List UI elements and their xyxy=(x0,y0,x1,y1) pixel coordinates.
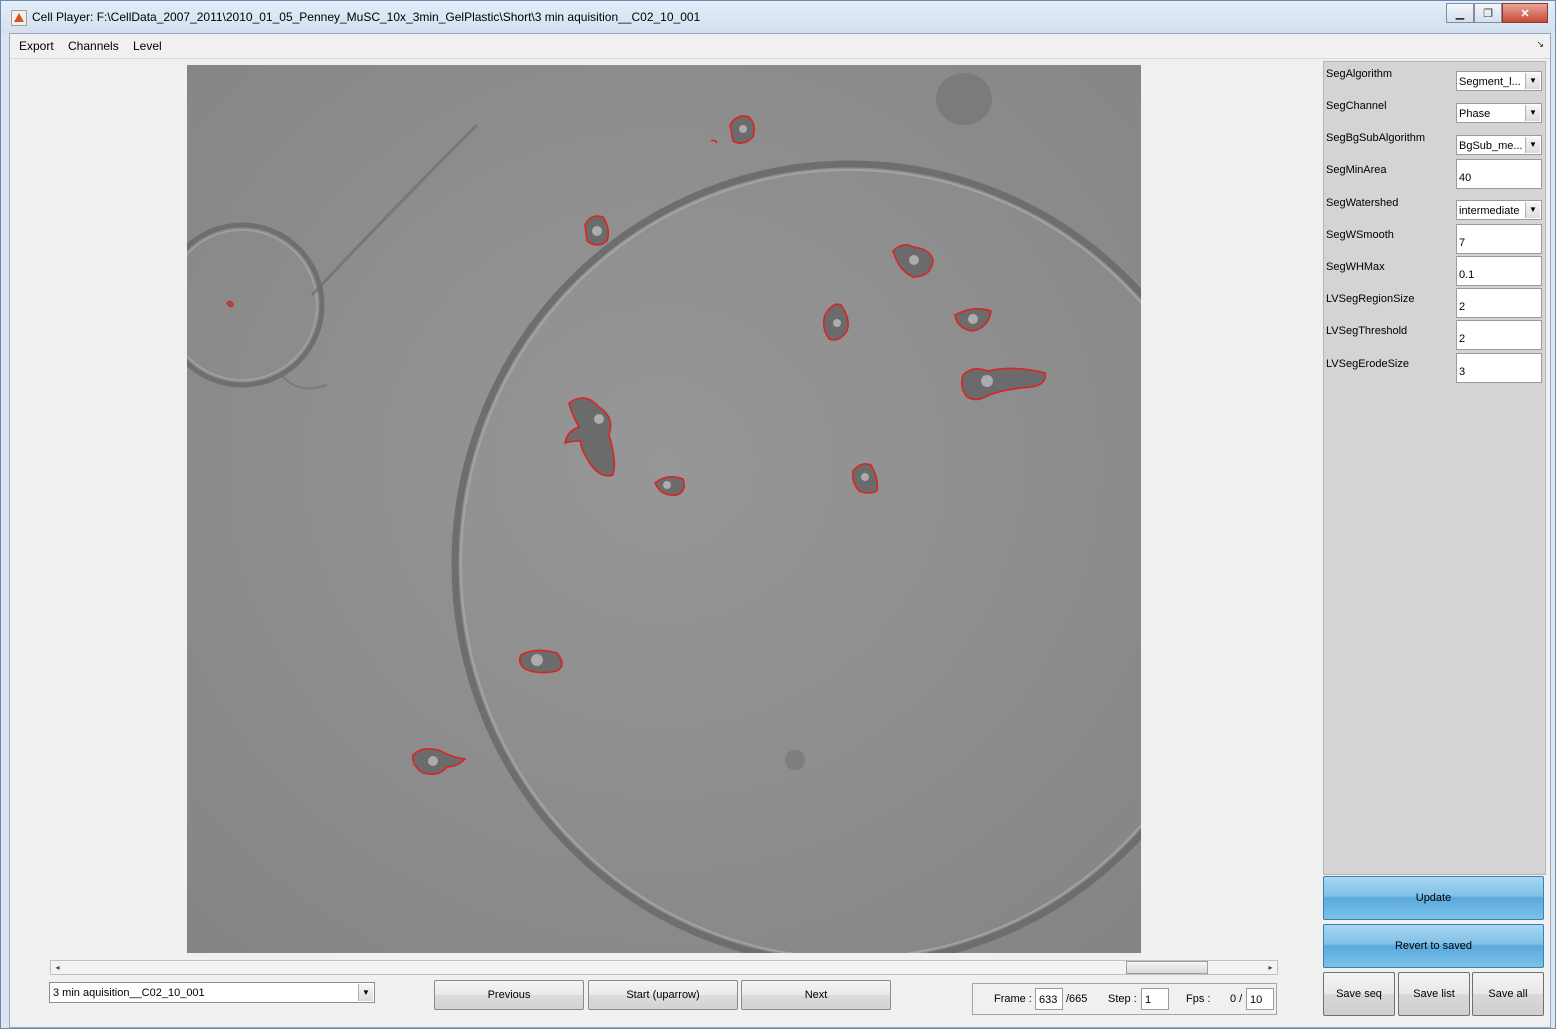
param-label-segalgorithm: SegAlgorithm xyxy=(1326,68,1393,80)
save-seq-button[interactable]: Save seq xyxy=(1323,972,1395,1016)
segmentation-params-panel: SegAlgorithm Segment_l... ▼ SegChannel Phase… xyxy=(1323,61,1546,875)
menu-level[interactable]: Level xyxy=(133,39,162,53)
resize-corner-icon: ↘ xyxy=(1536,39,1544,49)
start-button[interactable]: Start (uparrow) xyxy=(588,980,738,1010)
frame-slider[interactable]: ◂ ▸ xyxy=(50,960,1278,975)
menu-bar: Export Channels Level ↘ xyxy=(10,34,1550,59)
param-select-segbgsubalgorithm[interactable]: BgSub_me... ▼ xyxy=(1456,135,1542,155)
chevron-down-icon[interactable]: ▼ xyxy=(1525,202,1540,218)
param-select-value: Segment_l... xyxy=(1459,76,1521,88)
close-icon[interactable]: ✕ xyxy=(1502,3,1548,23)
chevron-down-icon[interactable]: ▼ xyxy=(1525,105,1540,121)
param-input-segwsmooth[interactable]: 7 xyxy=(1456,224,1542,254)
param-select-value: BgSub_me... xyxy=(1459,140,1523,152)
slider-left-arrow-icon[interactable]: ◂ xyxy=(51,961,64,974)
param-input-segwhmax[interactable]: 0.1 xyxy=(1456,256,1542,286)
menu-channels[interactable]: Channels xyxy=(68,39,119,53)
slider-right-arrow-icon[interactable]: ▸ xyxy=(1264,961,1277,974)
save-list-button[interactable]: Save list xyxy=(1398,972,1470,1016)
window-title: Cell Player: F:\CellData_2007_2011\2010_… xyxy=(32,10,701,24)
frame-input-value: 633 xyxy=(1039,994,1058,1006)
param-input-lvsegregionsize[interactable]: 2 xyxy=(1456,288,1542,318)
step-input-value: 1 xyxy=(1145,994,1152,1006)
restore-icon[interactable]: ❐ xyxy=(1474,3,1502,23)
chevron-down-icon[interactable]: ▼ xyxy=(1525,137,1540,153)
param-input-segminarea[interactable]: 40 xyxy=(1456,159,1542,189)
param-label-lvsegerodesize: LVSegErodeSize xyxy=(1326,358,1409,370)
title-bar: Cell Player: F:\CellData_2007_2011\2010_… xyxy=(1,1,1555,33)
param-label-segchannel: SegChannel xyxy=(1326,100,1387,112)
param-input-value: 3 xyxy=(1459,366,1466,378)
fps-label: Fps : xyxy=(1186,993,1211,1005)
param-input-lvsegthreshold[interactable]: 2 xyxy=(1456,320,1542,350)
step-label: Step : xyxy=(1108,993,1137,1005)
sequence-select[interactable]: 3 min aquisition__C02_10_001 ▼ xyxy=(49,982,375,1003)
window-controls: ▁ ❐ ✕ xyxy=(1446,3,1548,23)
playback-controls: Frame : 633 /665 Step : 1 Fps : 0 / 10 xyxy=(972,983,1277,1015)
minimize-icon[interactable]: ▁ xyxy=(1446,3,1474,23)
param-input-value: 40 xyxy=(1459,172,1472,184)
frame-label: Frame : xyxy=(994,993,1032,1005)
matlab-app-icon xyxy=(11,10,27,26)
param-label-segwsmooth: SegWSmooth xyxy=(1326,229,1394,241)
param-label-segbgsubalgorithm: SegBgSubAlgorithm xyxy=(1326,132,1426,144)
param-input-value: 7 xyxy=(1459,237,1466,249)
fps-current: 0 / xyxy=(1230,993,1243,1005)
revert-to-saved-button[interactable]: Revert to saved xyxy=(1323,924,1544,968)
param-select-segalgorithm[interactable]: Segment_l... ▼ xyxy=(1456,71,1542,91)
chevron-down-icon[interactable]: ▼ xyxy=(1525,73,1540,89)
step-input[interactable]: 1 xyxy=(1141,988,1169,1010)
param-input-value: 2 xyxy=(1459,301,1466,313)
param-input-lvsegerodesize[interactable]: 3 xyxy=(1456,353,1542,383)
param-label-segwatershed: SegWatershed xyxy=(1326,197,1399,209)
param-input-value: 2 xyxy=(1459,333,1466,345)
param-label-lvsegthreshold: LVSegThreshold xyxy=(1326,325,1408,337)
client-area: Export Channels Level ↘ ◂ ▸ 3 min aquisi… xyxy=(9,33,1551,1028)
previous-button[interactable]: Previous xyxy=(434,980,584,1010)
frame-input[interactable]: 633 xyxy=(1035,988,1063,1010)
slider-thumb[interactable] xyxy=(1126,961,1208,974)
frame-total: /665 xyxy=(1066,993,1088,1005)
param-input-value: 0.1 xyxy=(1459,269,1475,281)
update-button[interactable]: Update xyxy=(1323,876,1544,920)
fps-input[interactable]: 10 xyxy=(1246,988,1274,1010)
cell-microscopy-image[interactable] xyxy=(187,65,1141,953)
save-all-button[interactable]: Save all xyxy=(1472,972,1544,1016)
next-button[interactable]: Next xyxy=(741,980,891,1010)
param-label-segwhmax: SegWHMax xyxy=(1326,261,1385,273)
param-select-segchannel[interactable]: Phase ▼ xyxy=(1456,103,1542,123)
fps-input-value: 10 xyxy=(1250,994,1263,1006)
image-canvas xyxy=(187,65,1141,953)
param-label-segminarea: SegMinArea xyxy=(1326,164,1387,176)
param-select-segwatershed[interactable]: intermediate ▼ xyxy=(1456,200,1542,220)
sequence-select-value: 3 min aquisition__C02_10_001 xyxy=(53,987,205,999)
param-select-value: intermediate xyxy=(1459,205,1520,217)
cell-player-window: Cell Player: F:\CellData_2007_2011\2010_… xyxy=(0,0,1556,1029)
menu-export[interactable]: Export xyxy=(19,39,54,53)
param-select-value: Phase xyxy=(1459,108,1491,120)
param-label-lvsegregionsize: LVSegRegionSize xyxy=(1326,293,1415,305)
chevron-down-icon[interactable]: ▼ xyxy=(358,984,373,1001)
